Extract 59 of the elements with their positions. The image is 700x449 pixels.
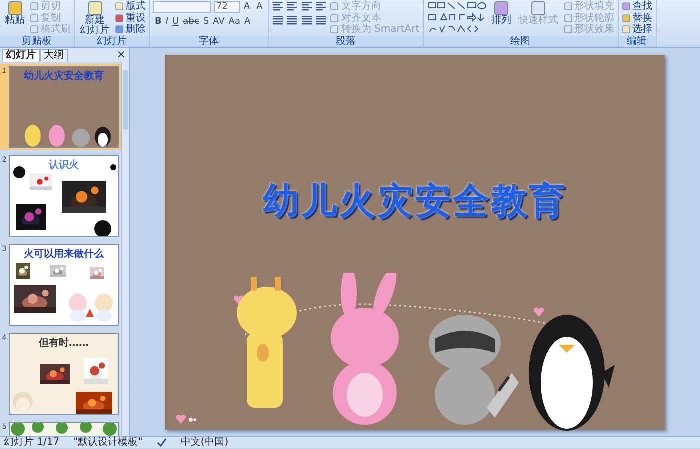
- format-button[interactable]: A: [242, 16, 253, 28]
- ribbon-button[interactable]: 删除: [115, 24, 146, 36]
- dot-decoration: [13, 166, 26, 179]
- ribbon-button[interactable]: 粘贴: [3, 1, 27, 26]
- format-button[interactable]: abc: [181, 16, 202, 28]
- ribbon-button[interactable]: 重设: [115, 12, 146, 24]
- ribbon-button[interactable]: 替换: [622, 12, 653, 24]
- paragraph-icon[interactable]: [272, 1, 284, 12]
- paragraph-icon[interactable]: [286, 14, 298, 26]
- slide-title: 火可以用来做什么: [24, 249, 104, 261]
- language: 中文(中国): [180, 437, 229, 448]
- slide-title: 认识火: [49, 160, 79, 172]
- group-label: 剪贴板: [0, 36, 74, 47]
- heart-icon: [533, 306, 545, 318]
- format-button[interactable]: B: [153, 16, 164, 28]
- dot-decoration: [110, 164, 117, 171]
- slide-counter: 幻灯片 1/17: [4, 437, 60, 448]
- command-icon: [88, 1, 102, 16]
- slide-title: 幼儿火灾安全教育: [24, 71, 104, 83]
- paragraph-icon[interactable]: [300, 14, 313, 26]
- font-size-button[interactable]: A: [254, 1, 265, 13]
- ribbon-button[interactable]: 查找: [622, 1, 653, 12]
- slide-title: 幼儿火灾安全教育: [263, 180, 567, 224]
- logo-icon: [175, 412, 197, 424]
- command-icon: [494, 1, 510, 16]
- format-button[interactable]: Aa: [226, 16, 242, 28]
- format-button[interactable]: U: [170, 16, 182, 28]
- pane-tab[interactable]: 大纲: [40, 48, 68, 62]
- dot-decoration: [94, 220, 112, 236]
- ribbon-button[interactable]: 版式: [115, 1, 146, 12]
- group-label: 段落: [268, 36, 423, 47]
- cartoon-figure-drawing: [12, 390, 34, 414]
- shapes-gallery[interactable]: [426, 1, 487, 34]
- close-button[interactable]: ×: [114, 49, 129, 61]
- paragraph-icon[interactable]: [315, 14, 328, 26]
- group-label: 编辑: [618, 36, 656, 47]
- format-button[interactable]: S: [201, 16, 212, 28]
- scrollbar[interactable]: [121, 62, 129, 436]
- pane-tab[interactable]: 幻灯片: [2, 48, 40, 62]
- group-label: 字体: [150, 36, 268, 47]
- spellcheck-icon[interactable]: [156, 438, 167, 448]
- font-size-field[interactable]: 72: [214, 1, 240, 13]
- ribbon-button[interactable]: 排列: [490, 1, 514, 26]
- paragraph-icon[interactable]: [315, 1, 328, 12]
- paragraph-icon[interactable]: [300, 1, 313, 12]
- theme-name: "默认设计模板": [74, 437, 143, 448]
- group-label: 绘图: [424, 36, 618, 47]
- format-button[interactable]: I: [164, 16, 171, 28]
- paragraph-icon[interactable]: [286, 1, 298, 12]
- font-name-field[interactable]: [153, 1, 211, 13]
- command-icon: [8, 1, 22, 16]
- command-icon: [531, 1, 546, 16]
- font-size-button[interactable]: A: [242, 1, 252, 13]
- ribbon-button[interactable]: 选择: [622, 24, 653, 36]
- slide-title: 但有时……: [39, 338, 89, 350]
- paragraph-icon[interactable]: [272, 14, 284, 26]
- ribbon-button[interactable]: 新建 幻灯片: [78, 1, 112, 36]
- format-button[interactable]: AV: [211, 16, 227, 28]
- group-label: 幻灯片: [75, 36, 149, 47]
